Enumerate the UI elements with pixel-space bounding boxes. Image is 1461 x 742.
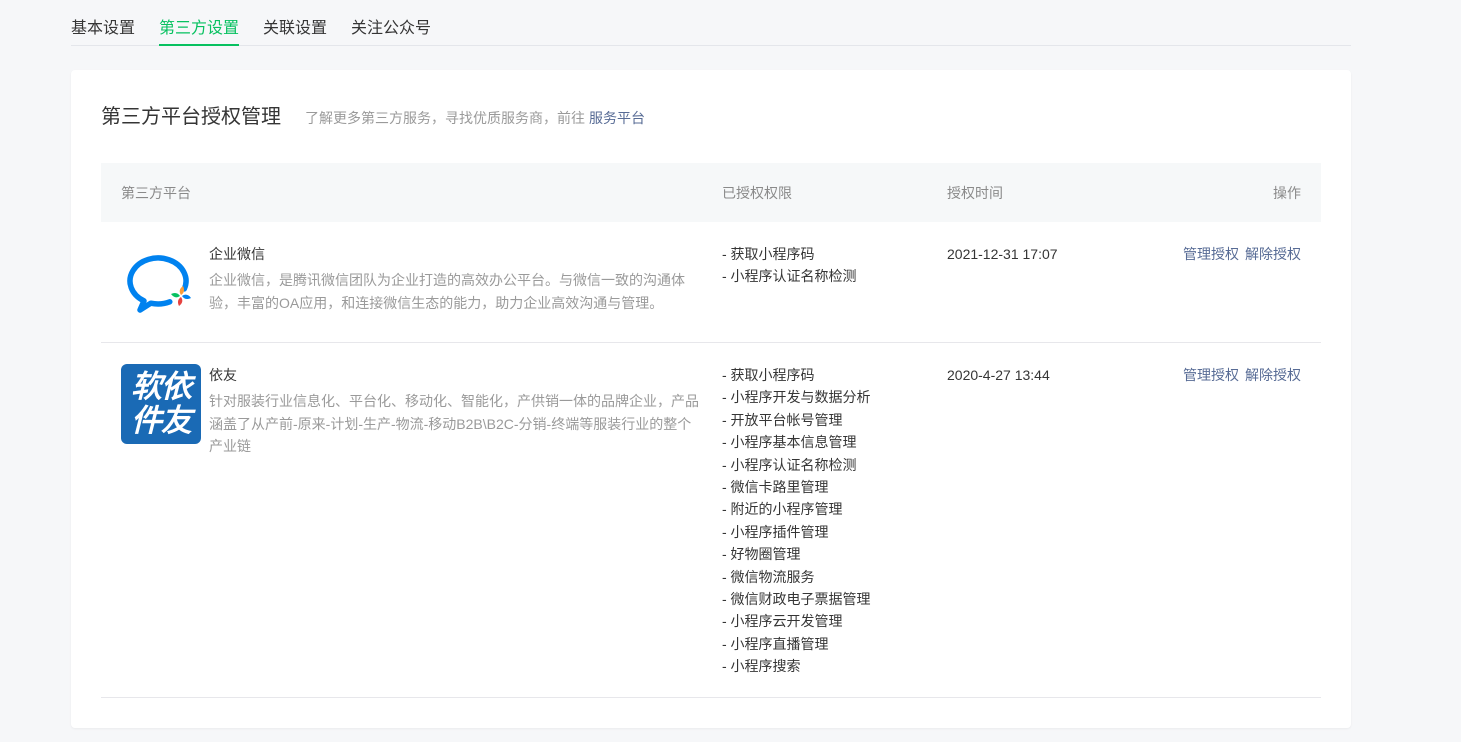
permissions-cell: - 获取小程序码 - 小程序认证名称检测 <box>722 243 947 288</box>
platform-name: 依友 <box>209 367 237 383</box>
permission-item: - 开放平台帐号管理 <box>722 411 843 428</box>
permission-item: - 小程序插件管理 <box>722 523 829 540</box>
permissions-cell: - 获取小程序码 - 小程序开发与数据分析 - 开放平台帐号管理 - 小程序基本… <box>722 364 947 678</box>
platform-name: 企业微信 <box>209 246 265 262</box>
pinwheel-petal-top <box>179 286 185 295</box>
tab-basic-settings[interactable]: 基本设置 <box>71 0 135 45</box>
authorized-time: 2020-4-27 13:44 <box>947 367 1050 383</box>
authorized-time: 2021-12-31 17:07 <box>947 246 1058 262</box>
platform-info: 依友 针对服装行业信息化、平台化、移动化、智能化，产供销一体的品牌企业，产品涵盖… <box>209 364 704 458</box>
permission-item: - 微信物流服务 <box>722 568 815 585</box>
revoke-authorization-link[interactable]: 解除授权 <box>1245 243 1301 265</box>
permission-item: - 获取小程序码 <box>722 246 815 262</box>
column-header-actions: 操作 <box>1273 184 1301 201</box>
actions-cell: 管理授权 解除授权 <box>1183 243 1301 265</box>
settings-tabs: 基本设置 第三方设置 关联设置 关注公众号 <box>71 0 1351 46</box>
wecom-pinwheel <box>171 286 191 306</box>
permission-item: - 小程序云开发管理 <box>722 613 843 630</box>
pinwheel-petal-left <box>171 292 180 298</box>
permission-item: - 小程序搜索 <box>722 658 801 675</box>
platform-description: 针对服装行业信息化、平台化、移动化、智能化，产供销一体的品牌企业，产品涵盖了从产… <box>209 393 699 455</box>
third-party-authorization-card: 第三方平台授权管理 了解更多第三方服务，寻找优质服务商，前往 服务平台 第三方平… <box>71 70 1351 728</box>
pinwheel-petal-right <box>182 294 191 300</box>
yiyou-logo-icon: 软依 件友 <box>121 364 201 444</box>
permission-item: - 小程序认证名称检测 <box>722 456 857 473</box>
section-header: 第三方平台授权管理 了解更多第三方服务，寻找优质服务商，前往 服务平台 <box>101 103 1321 131</box>
wecom-logo-svg <box>127 255 191 313</box>
permission-item: - 附近的小程序管理 <box>722 501 843 518</box>
platform-info: 企业微信 企业微信，是腾讯微信团队为企业打造的高效办公平台。与微信一致的沟通体验… <box>209 243 704 323</box>
permission-item: - 小程序基本信息管理 <box>722 434 857 451</box>
column-header-platform: 第三方平台 <box>121 184 191 201</box>
platform-cell: 软依 件友 依友 针对服装行业信息化、平台化、移动化、智能化，产供销一体的品牌企… <box>121 364 722 458</box>
page-title: 第三方平台授权管理 <box>101 106 281 128</box>
platform-description: 企业微信，是腾讯微信团队为企业打造的高效办公平台。与微信一致的沟通体验，丰富的O… <box>209 272 685 311</box>
wecom-bubble-shape <box>127 255 189 313</box>
permission-item: - 小程序直播管理 <box>722 635 829 652</box>
authorization-table: 第三方平台 已授权权限 授权时间 操作 企业微信 企业微信，是腾讯微信团队为企业… <box>101 163 1321 698</box>
tab-follow-official-account[interactable]: 关注公众号 <box>351 0 431 45</box>
tab-third-party-settings[interactable]: 第三方设置 <box>159 0 240 46</box>
revoke-authorization-link[interactable]: 解除授权 <box>1245 364 1301 386</box>
actions-cell: 管理授权 解除授权 <box>1183 364 1301 386</box>
service-platform-link[interactable]: 服务平台 <box>589 108 645 128</box>
table-header: 第三方平台 已授权权限 授权时间 操作 <box>101 163 1321 222</box>
permission-item: - 微信卡路里管理 <box>722 479 829 496</box>
manage-authorization-link[interactable]: 管理授权 <box>1183 243 1239 265</box>
permission-item: - 小程序认证名称检测 <box>722 268 857 285</box>
tab-linked-settings[interactable]: 关联设置 <box>263 0 327 45</box>
permission-item: - 好物圈管理 <box>722 546 801 563</box>
permission-item: - 小程序开发与数据分析 <box>722 389 871 406</box>
pinwheel-petal-bottom <box>177 297 183 306</box>
permission-item: - 获取小程序码 <box>722 367 815 383</box>
platform-cell: 企业微信 企业微信，是腾讯微信团队为企业打造的高效办公平台。与微信一致的沟通体验… <box>121 243 722 323</box>
yiyou-logo-text-line: 件友 <box>131 403 192 439</box>
column-header-permissions: 已授权权限 <box>722 184 792 201</box>
table-row: 软依 件友 依友 针对服装行业信息化、平台化、移动化、智能化，产供销一体的品牌企… <box>101 343 1321 698</box>
column-header-time: 授权时间 <box>947 184 1003 201</box>
manage-authorization-link[interactable]: 管理授权 <box>1183 364 1239 386</box>
yiyou-logo-text-line: 软依 <box>131 369 192 405</box>
permission-item: - 微信财政电子票据管理 <box>722 591 871 608</box>
table-row: 企业微信 企业微信，是腾讯微信团队为企业打造的高效办公平台。与微信一致的沟通体验… <box>101 222 1321 343</box>
section-subtitle: 了解更多第三方服务，寻找优质服务商，前往 <box>305 110 585 126</box>
wecom-logo-icon <box>121 243 201 323</box>
